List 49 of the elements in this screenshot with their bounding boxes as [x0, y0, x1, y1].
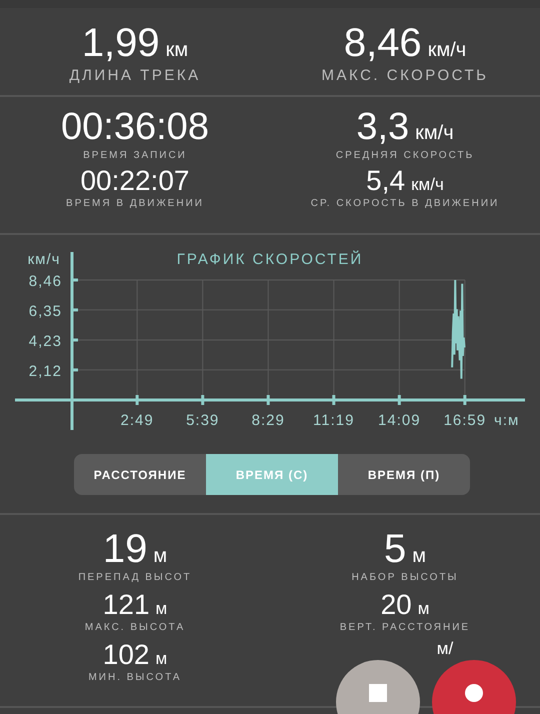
stat-label: МИН. ВЫСОТА	[88, 671, 182, 685]
x-tick-label: 5:39	[186, 412, 220, 429]
stat-unit: км	[166, 39, 188, 62]
stat-label: НАБОР ВЫСОТЫ	[352, 571, 458, 585]
stat-label: МАКС. СКОРОСТЬ	[322, 66, 488, 86]
x-tick-label: 11:19	[313, 412, 354, 429]
stat-value: 5	[384, 527, 406, 571]
stat-label: ПЕРЕПАД ВЫСОТ	[78, 571, 192, 585]
chart-title: ГРАФИК СКОРОСТЕЙ	[176, 251, 364, 268]
mode-tab[interactable]: РАССТОЯНИЕ	[74, 454, 206, 495]
stat-unit: км/ч	[415, 122, 454, 145]
x-tick-label: 16:59	[444, 412, 486, 429]
stat-label: ДЛИНА ТРЕКА	[69, 66, 201, 86]
stat-value: 102	[102, 639, 150, 671]
stat-value: 8,46	[344, 20, 422, 66]
stat-value: 00:36:08	[61, 105, 209, 149]
y-tick-label: 8,46	[28, 273, 62, 290]
mode-tab[interactable]: ВРЕМЯ (П)	[338, 454, 470, 495]
y-tick-label: 4,23	[28, 333, 62, 350]
stat-value: 00:22:07	[80, 165, 190, 197]
stat-label: ВРЕМЯ В ДВИЖЕНИИ	[66, 197, 204, 211]
stat-value: 3,3	[356, 105, 410, 149]
stat-unit: км/ч	[411, 175, 444, 195]
stat-unit: м	[156, 599, 168, 619]
stat-value: 5,4	[366, 165, 406, 197]
stat-unit: м	[153, 545, 168, 568]
stat-label: ВЕРТ. РАССТОЯНИЕ	[340, 621, 470, 635]
y-tick-label: 6,35	[28, 302, 62, 320]
x-tick-label: 14:09	[378, 412, 421, 429]
stat-unit: м	[156, 649, 168, 669]
stat-value: 1,99	[82, 20, 160, 66]
stat-unit: м	[412, 545, 426, 568]
y-tick-label: 2,12	[28, 362, 62, 380]
stat-unit: м	[418, 599, 430, 619]
stat-value: 121	[102, 589, 150, 621]
stat-label: МАКС. ВЫСОТА	[84, 621, 186, 635]
axis-unit: ч:м	[494, 412, 520, 429]
stop-icon	[369, 684, 387, 702]
stat-label: ВРЕМЯ ЗАПИСИ	[83, 149, 187, 163]
stat-value: 19	[102, 527, 148, 571]
record-icon	[465, 684, 483, 702]
axis-unit: км/ч	[28, 251, 60, 268]
stat-unit: км/ч	[428, 39, 466, 62]
stat-value: 20	[380, 589, 412, 621]
stat-label: СРЕДНЯЯ СКОРОСТЬ	[336, 149, 474, 163]
x-tick-label: 8:29	[252, 412, 285, 429]
x-tick-label: 2:49	[120, 412, 154, 429]
stat-label: СР. СКОРОСТЬ В ДВИЖЕНИИ	[310, 197, 500, 211]
stat-unit: м/	[436, 639, 454, 659]
